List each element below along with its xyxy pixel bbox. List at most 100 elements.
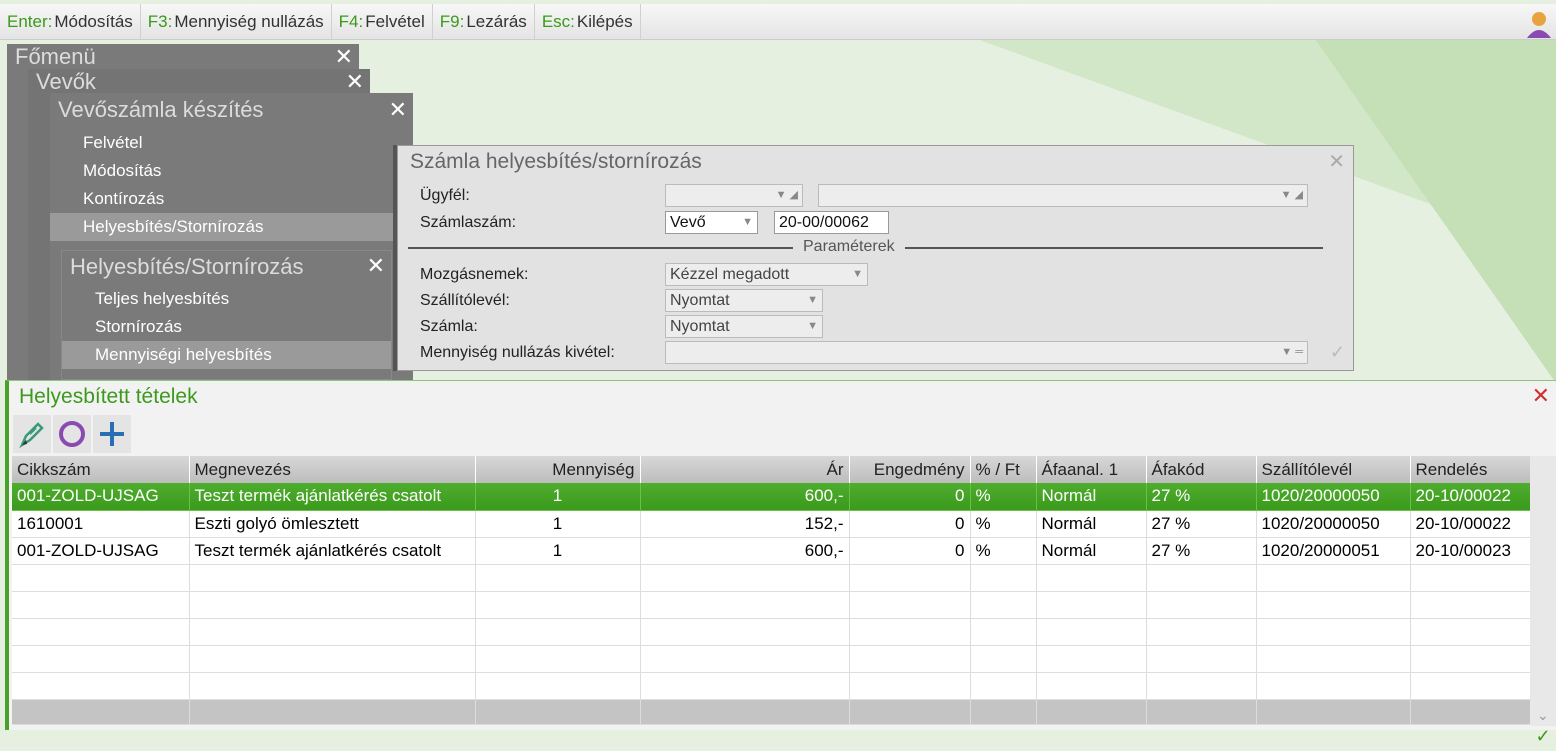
invoice-print-label: Számla: [420, 318, 478, 335]
vertical-scrollbar[interactable]: ⌄ [1530, 456, 1556, 726]
table-cell: 27 % [1146, 510, 1257, 538]
table-cell [475, 618, 641, 646]
table-cell: % [970, 483, 1037, 511]
menu-item-mennyisegi[interactable]: Mennyiségi helyesbítés [62, 341, 391, 369]
client-name-select[interactable]: ▼ ◢ [818, 184, 1308, 207]
table-cell [1036, 699, 1147, 725]
menu-item-storno[interactable]: Stornírozás [62, 313, 391, 341]
column-header[interactable]: Áfakód [1146, 456, 1257, 483]
value: Nyomtat [670, 292, 730, 309]
user-icon[interactable] [1526, 10, 1552, 38]
table-cell: % [970, 510, 1037, 538]
chevron-down-icon: ▼ [807, 294, 818, 306]
add-button[interactable] [93, 415, 131, 453]
invoice-number-input[interactable]: 20-00/00062 [774, 211, 889, 234]
label: Felvétel [365, 11, 425, 31]
table-cell [475, 564, 641, 592]
table-cell [640, 618, 850, 646]
chevron-down-icon: ▼ [807, 320, 818, 332]
table-cell [1146, 645, 1257, 673]
client-label: Ügyfél: [420, 187, 470, 204]
column-header[interactable]: Cikkszám [12, 456, 190, 483]
key: F3: [147, 11, 173, 31]
close-icon[interactable]: ✕ [346, 69, 364, 95]
table-row[interactable] [12, 672, 1531, 700]
table-cell [12, 699, 190, 725]
reset-button[interactable] [53, 415, 91, 453]
column-header[interactable]: Megnevezés [189, 456, 476, 483]
column-header[interactable]: Szállítólevél [1256, 456, 1411, 483]
table-cell [189, 618, 476, 646]
column-header[interactable]: Mennyiség [475, 456, 641, 483]
table-row[interactable] [12, 645, 1531, 673]
table-cell: 27 % [1146, 537, 1257, 565]
movement-select[interactable]: Kézzel megadott ▼ [665, 263, 868, 286]
table-cell [1256, 591, 1411, 619]
table-cell: Teszt termék ajánlatkérés csatolt [189, 483, 476, 511]
dialog-title: Számla helyesbítés/stornírozás [410, 150, 702, 173]
movement-label: Mozgásnemek: [420, 266, 529, 283]
table-cell [1036, 564, 1147, 592]
table-cell [1036, 618, 1147, 646]
edit-button[interactable] [13, 415, 51, 453]
table-row[interactable]: 1610001 Eszti golyó ömlesztett 1 152,- 0% Nor… [12, 510, 1531, 538]
table-row[interactable] [12, 699, 1531, 725]
chevron-down-icon[interactable]: ⌄ [1537, 707, 1549, 724]
table-cell [189, 672, 476, 700]
check-icon[interactable]: ✓ [1330, 342, 1345, 363]
table-cell: 152,- [640, 510, 850, 538]
section-title: Paraméterek [793, 238, 905, 256]
exception-select[interactable]: ▼ ═ [665, 341, 1308, 364]
table-cell [1410, 699, 1531, 725]
close-icon[interactable]: ✕ [1328, 149, 1345, 174]
menu-item-teljes[interactable]: Teljes helyesbítés [62, 285, 391, 313]
close-icon[interactable]: ✕ [1532, 383, 1550, 409]
column-header[interactable]: Ár [640, 456, 850, 483]
key: Enter: [7, 11, 53, 31]
table-cell [849, 699, 971, 725]
table-cell [849, 591, 971, 619]
menu-item-felvetel[interactable]: Felvétel [50, 129, 413, 157]
table-cell [1036, 591, 1147, 619]
label: Lezárás [466, 11, 527, 31]
invoice-print-select[interactable]: Nyomtat ▼ [665, 315, 823, 338]
menu-item-modositas[interactable]: Módosítás [50, 157, 413, 185]
table-cell [1146, 699, 1257, 725]
table-cell [640, 564, 850, 592]
table-row[interactable] [12, 591, 1531, 619]
shortcut-enter[interactable]: Enter: Módosítás [0, 3, 141, 40]
column-header[interactable]: Rendelés [1410, 456, 1531, 483]
column-header[interactable]: Engedmény [849, 456, 971, 483]
table-cell [1146, 564, 1257, 592]
column-header[interactable]: % / Ft [970, 456, 1037, 483]
items-table: Cikkszám Megnevezés Mennyiség Ár Engedmény% … [12, 456, 1531, 725]
menu-item-kontirozas[interactable]: Kontírozás [50, 185, 413, 213]
table-row[interactable] [12, 564, 1531, 592]
table-cell: 1020/20000050 [1256, 483, 1411, 511]
table-cell [849, 618, 971, 646]
table-cell [1256, 618, 1411, 646]
menu-item-helyesbites[interactable]: Helyesbítés/Stornírozás [50, 213, 413, 241]
column-header[interactable]: Áfaanal. 1 [1036, 456, 1147, 483]
shortcut-f9[interactable]: F9: Lezárás [433, 3, 535, 40]
client-code-select[interactable]: ▼ ◢ [665, 184, 803, 207]
table-row[interactable] [12, 618, 1531, 646]
invoice-type-select[interactable]: Vevő ▼ [665, 211, 758, 234]
delivery-select[interactable]: Nyomtat ▼ [665, 289, 823, 312]
close-icon[interactable]: ✕ [335, 44, 353, 70]
table-row[interactable]: 001-ZOLD-UJSAG Teszt termék ajánlatkérés … [12, 537, 1531, 565]
value: Kézzel megadott [670, 266, 790, 283]
table-cell [1410, 645, 1531, 673]
window-title: Főmenü [15, 44, 96, 69]
corrected-items-panel: Helyesbített tételek ✕ Cikkszám Megnevezé… [5, 380, 1556, 746]
correction-window: Helyesbítés/Stornírozás ✕ Teljes helyesb… [61, 250, 392, 380]
shortcut-f3[interactable]: F3: Mennyiség nullázás [141, 3, 332, 40]
table-cell: 1 [475, 483, 641, 511]
close-icon[interactable]: ✕ [367, 253, 385, 279]
table-cell [1146, 618, 1257, 646]
table-row[interactable]: 001-ZOLD-UJSAG Teszt termék ajánlatkérés … [12, 483, 1531, 511]
table-cell [970, 564, 1037, 592]
shortcut-esc[interactable]: Esc: Kilépés [535, 3, 641, 40]
close-icon[interactable]: ✕ [389, 97, 407, 123]
shortcut-f4[interactable]: F4: Felvétel [332, 3, 433, 40]
